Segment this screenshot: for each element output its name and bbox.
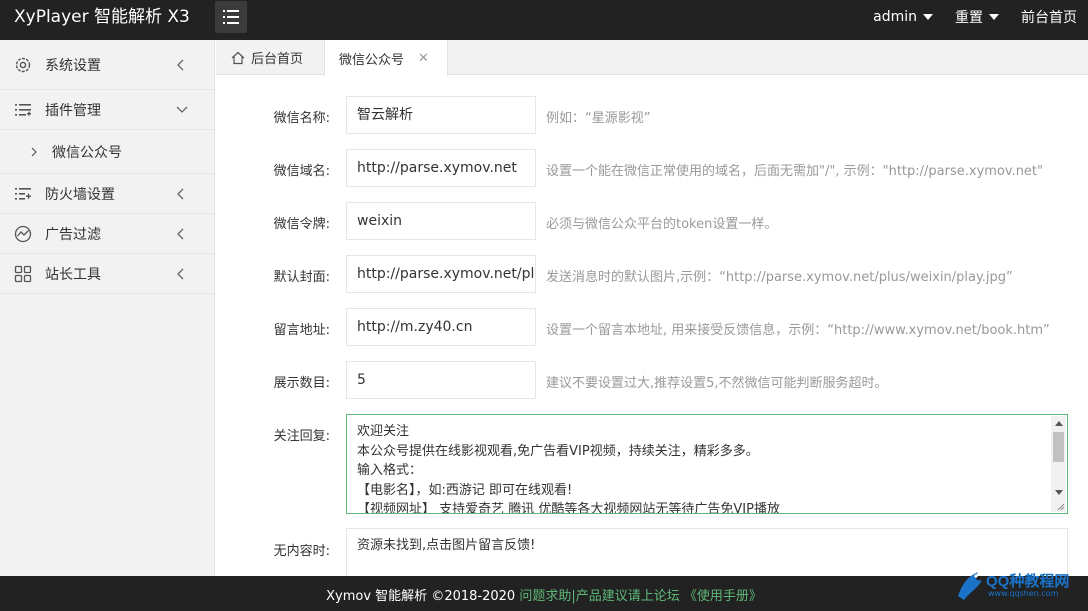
field-label: 无内容时:: [273, 544, 330, 559]
sidebar-item-plugins[interactable]: 插件管理: [0, 90, 214, 130]
chart-icon: [14, 225, 32, 242]
textarea-line: 【视频网址】 支持爱奇艺 腾讯 优酷等各大视频网站无等待广告免VIP播放: [357, 502, 780, 514]
user-menu[interactable]: admin: [862, 9, 944, 25]
textarea-line: 欢迎关注: [357, 424, 410, 439]
frontpage-label: 前台首页: [1021, 10, 1077, 26]
footer-help-links[interactable]: 问题求助|产品建议请上论坛 《使用手册》: [519, 589, 762, 604]
field-hint: 建议不要设置过大,推荐设置5,不然微信可能判断服务超时。: [546, 376, 888, 391]
message-url-input[interactable]: http://m.zy40.cn: [346, 308, 536, 346]
follow-reply-textarea[interactable]: 欢迎关注 本公众号提供在线影视观看,免广告看VIP视频，持续关注，精彩多多。 输…: [346, 414, 1068, 514]
wechat-name-input[interactable]: 智云解析: [346, 96, 536, 134]
field-label: 微信令牌:: [273, 217, 330, 232]
sidebar-subitem-label: 微信公众号: [52, 144, 122, 161]
tab-label: 后台首页: [251, 52, 304, 67]
watermark-logo: QQ种教程网 www.qqshen.com: [954, 566, 1072, 604]
sidebar-item-ad-filter[interactable]: 广告过滤: [0, 214, 214, 254]
sidebar: 系统设置 插件管理 微信公众号 防火墙设置 广告过滤 站长工具: [0, 40, 215, 576]
footer-copyright: Xymov 智能解析 ©2018-2020: [326, 589, 516, 604]
chevron-left-icon: [177, 228, 184, 239]
field-hint: 发送消息时的默认图片,示例：“http://parse.xymov.net/pl…: [546, 270, 1013, 285]
list-icon: [15, 103, 31, 116]
menu-toggle-button[interactable]: [215, 1, 247, 33]
chevron-left-icon: [177, 188, 184, 199]
textarea-line: 本公众号提供在线影视观看,免广告看VIP视频，持续关注，精彩多多。: [357, 443, 759, 459]
reset-menu[interactable]: 重置: [944, 7, 1010, 27]
user-name: admin: [873, 9, 917, 25]
watermark-title: QQ种教程网: [986, 573, 1070, 590]
scroll-up-icon[interactable]: [1055, 421, 1063, 426]
close-icon[interactable]: ✕: [418, 51, 429, 66]
field-hint: 必须与微信公众平台的token设置一样。: [546, 217, 778, 232]
field-hint: 例如：“星源影视”: [546, 111, 651, 126]
tab-label: 微信公众号: [339, 52, 405, 68]
footer: Xymov 智能解析 ©2018-2020 问题求助|产品建议请上论坛 《使用手…: [0, 576, 1088, 611]
watermark-url: www.qqshen.com: [988, 589, 1059, 598]
reset-label: 重置: [955, 10, 983, 26]
field-hint: 设置一个能在微信正常使用的域名，后面无需加"/", 示例："http://par…: [546, 164, 1044, 179]
field-label: 默认封面:: [273, 270, 330, 285]
hamburger-icon: [223, 10, 239, 24]
sidebar-item-label: 防火墙设置: [45, 186, 115, 203]
sidebar-item-label: 广告过滤: [45, 226, 101, 243]
field-label: 关注回复:: [273, 429, 330, 444]
scroll-thumb[interactable]: [1053, 432, 1064, 462]
resize-grip-icon[interactable]: [1055, 501, 1065, 511]
field-label: 留言地址:: [273, 323, 330, 338]
caret-down-icon: [989, 14, 999, 20]
field-label: 微信域名:: [273, 164, 330, 179]
sidebar-item-webmaster-tools[interactable]: 站长工具: [0, 254, 214, 294]
sidebar-subitem-wechat[interactable]: 微信公众号: [0, 130, 214, 174]
sidebar-item-label: 插件管理: [45, 102, 101, 119]
sidebar-item-label: 系统设置: [45, 57, 101, 74]
sidebar-item-system-settings[interactable]: 系统设置: [0, 40, 214, 90]
chevron-left-icon: [177, 59, 184, 70]
sidebar-item-label: 站长工具: [45, 266, 101, 283]
textarea-line: 输入格式：: [357, 463, 423, 478]
home-icon: [231, 51, 245, 64]
tab-bar: 后台首页 微信公众号 ✕: [216, 40, 1088, 76]
wechat-domain-input[interactable]: http://parse.xymov.net: [346, 149, 536, 187]
caret-down-icon: [923, 14, 933, 20]
field-label: 展示数目:: [273, 376, 330, 391]
scroll-down-icon[interactable]: [1055, 490, 1063, 495]
dragon-logo-icon: [958, 572, 982, 600]
chevron-down-icon: [176, 106, 188, 113]
field-hint: 设置一个留言本地址, 用来接受反馈信息，示例：“http://www.xymov…: [546, 323, 1050, 338]
display-count-input[interactable]: 5: [346, 361, 536, 399]
chevron-left-icon: [177, 268, 184, 279]
field-label: 微信名称:: [273, 111, 330, 126]
tab-home[interactable]: 后台首页: [216, 40, 324, 75]
textarea-scrollbar[interactable]: [1051, 416, 1066, 512]
gear-icon: [15, 57, 31, 72]
wechat-token-input[interactable]: weixin: [346, 202, 536, 240]
list-add-icon: [15, 187, 31, 200]
brand-title[interactable]: XyPlayer 智能解析 X3: [14, 0, 190, 40]
top-bar: XyPlayer 智能解析 X3 admin 重置 前台首页: [0, 0, 1088, 40]
grid-icon: [14, 265, 32, 282]
default-cover-input[interactable]: http://parse.xymov.net/plus/weixin/play.…: [346, 255, 536, 293]
textarea-line: 【电影名】，如:西游记 即可在线观看!: [357, 482, 573, 498]
tab-wechat[interactable]: 微信公众号 ✕: [324, 40, 448, 76]
chevron-right-icon: [31, 147, 37, 156]
frontpage-link[interactable]: 前台首页: [1010, 7, 1088, 27]
sidebar-item-firewall[interactable]: 防火墙设置: [0, 174, 214, 214]
